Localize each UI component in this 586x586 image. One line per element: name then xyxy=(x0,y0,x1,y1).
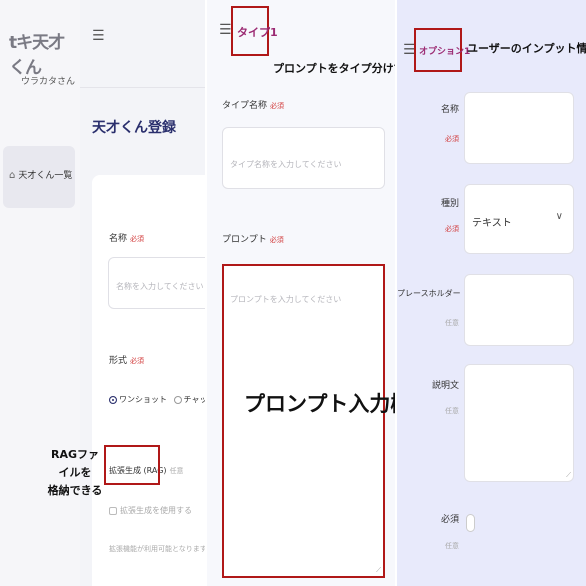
optional-badge: 任意 xyxy=(445,542,459,550)
rag-highlight-box xyxy=(104,445,160,485)
sidebar-item-list[interactable]: ⌂ 天才くん一覧 xyxy=(3,146,75,208)
format-field-label: 形式 必須 xyxy=(109,356,145,366)
home-icon: ⌂ xyxy=(9,170,16,181)
menu-icon[interactable]: ☰ xyxy=(219,22,232,38)
radio-chat[interactable]: チャット(開発中) xyxy=(173,395,205,404)
required-badge: 必須 xyxy=(445,225,459,233)
type-name-input[interactable]: タイプ名称を入力してください xyxy=(222,127,385,189)
type-split-annotation: プロンプトをタイプ分けできる xyxy=(273,62,395,75)
kind-selected-value: テキスト xyxy=(472,218,512,229)
required-badge: 必須 xyxy=(445,135,459,143)
format-radio-group: ワンショット チャット(開発中) xyxy=(109,394,205,405)
tab-option-1[interactable]: オプション1 xyxy=(419,44,470,57)
required-toggle[interactable] xyxy=(466,514,475,532)
prompt-placeholder: プロンプトを入力してください xyxy=(230,295,342,304)
radio-one-shot[interactable]: ワンショット xyxy=(109,395,167,404)
menu-icon[interactable]: ☰ xyxy=(92,28,105,44)
name-field-label: 名称 必須 xyxy=(109,234,145,244)
option-name-label: 名称 xyxy=(440,105,459,115)
option-editor-panel: ☰ オプション1 ユーザーのインプット情報指定 名称 必須 種別 必須 テキスト… xyxy=(397,0,586,586)
registration-panel: tキ天才くん ウラカタさん ⌂ 天才くん一覧 ☰ 天才くん登録 名称 必須 名称を入… xyxy=(0,0,205,586)
optional-badge: 任意 xyxy=(445,319,459,327)
option-placeholder-input[interactable] xyxy=(464,274,574,346)
user-name: ウラカタさん xyxy=(21,77,76,87)
app-logo: tキ天才くん xyxy=(9,33,65,78)
required-badge: 必須 xyxy=(130,235,145,243)
type-name-label: タイプ名称 必須 xyxy=(222,101,285,111)
option-kind-select[interactable]: テキスト ∨ xyxy=(464,184,574,254)
rag-checkbox[interactable]: 拡張生成を使用する xyxy=(109,505,192,516)
sidebar-item-label: 天才くん一覧 xyxy=(18,171,73,181)
name-input[interactable]: 名称を入力してください xyxy=(108,257,205,309)
required-badge: 必須 xyxy=(269,236,284,244)
rag-help-text: 拡張機能が利用可能となります xyxy=(109,545,205,553)
resize-handle-icon[interactable]: ⟋ xyxy=(566,471,571,480)
resize-handle-icon[interactable]: ⟋ xyxy=(376,566,381,575)
option-description-label: 説明文 xyxy=(431,381,459,391)
checkbox-icon[interactable] xyxy=(109,506,117,515)
rag-annotation: RAGファイルを 格納できる xyxy=(47,448,103,497)
optional-badge: 任意 xyxy=(445,407,459,415)
form-card: 名称必須 名称を入力してください 形式必須 ワンショット チャット(開発中) 拡… xyxy=(92,175,205,586)
page-title: 天才くん登録 xyxy=(92,120,176,136)
option-kind-label: 種別 xyxy=(440,199,459,209)
required-badge: 必須 xyxy=(130,357,145,365)
type-name-placeholder: タイプ名称を入力してください xyxy=(230,160,342,169)
option-description-textarea[interactable]: ⟋ xyxy=(464,364,574,482)
topbar: ☰ xyxy=(80,0,205,88)
option-required-label: 必須 xyxy=(440,515,459,525)
option-annotation: ユーザーのインプット情報指定 xyxy=(467,42,586,55)
tab-type-1[interactable]: タイプ1 xyxy=(237,24,278,40)
type-editor-panel: ☰ タイプ1 プロンプトをタイプ分けできる タイプ名称必須 タイプ名称を入力して… xyxy=(207,0,395,586)
optional-badge: 任意 xyxy=(169,467,184,475)
option-placeholder-label: プレースホルダー xyxy=(397,289,461,298)
required-badge: 必須 xyxy=(270,102,285,110)
prompt-area-annotation: プロンプト入力欄 xyxy=(244,392,395,416)
prompt-textarea[interactable]: プロンプトを入力してください プロンプト入力欄 ⟋ xyxy=(222,264,395,578)
chevron-down-icon: ∨ xyxy=(555,211,563,222)
option-name-input[interactable] xyxy=(464,92,574,164)
name-placeholder: 名称を入力してください xyxy=(116,282,204,291)
prompt-label: プロンプト 必須 xyxy=(222,235,284,245)
